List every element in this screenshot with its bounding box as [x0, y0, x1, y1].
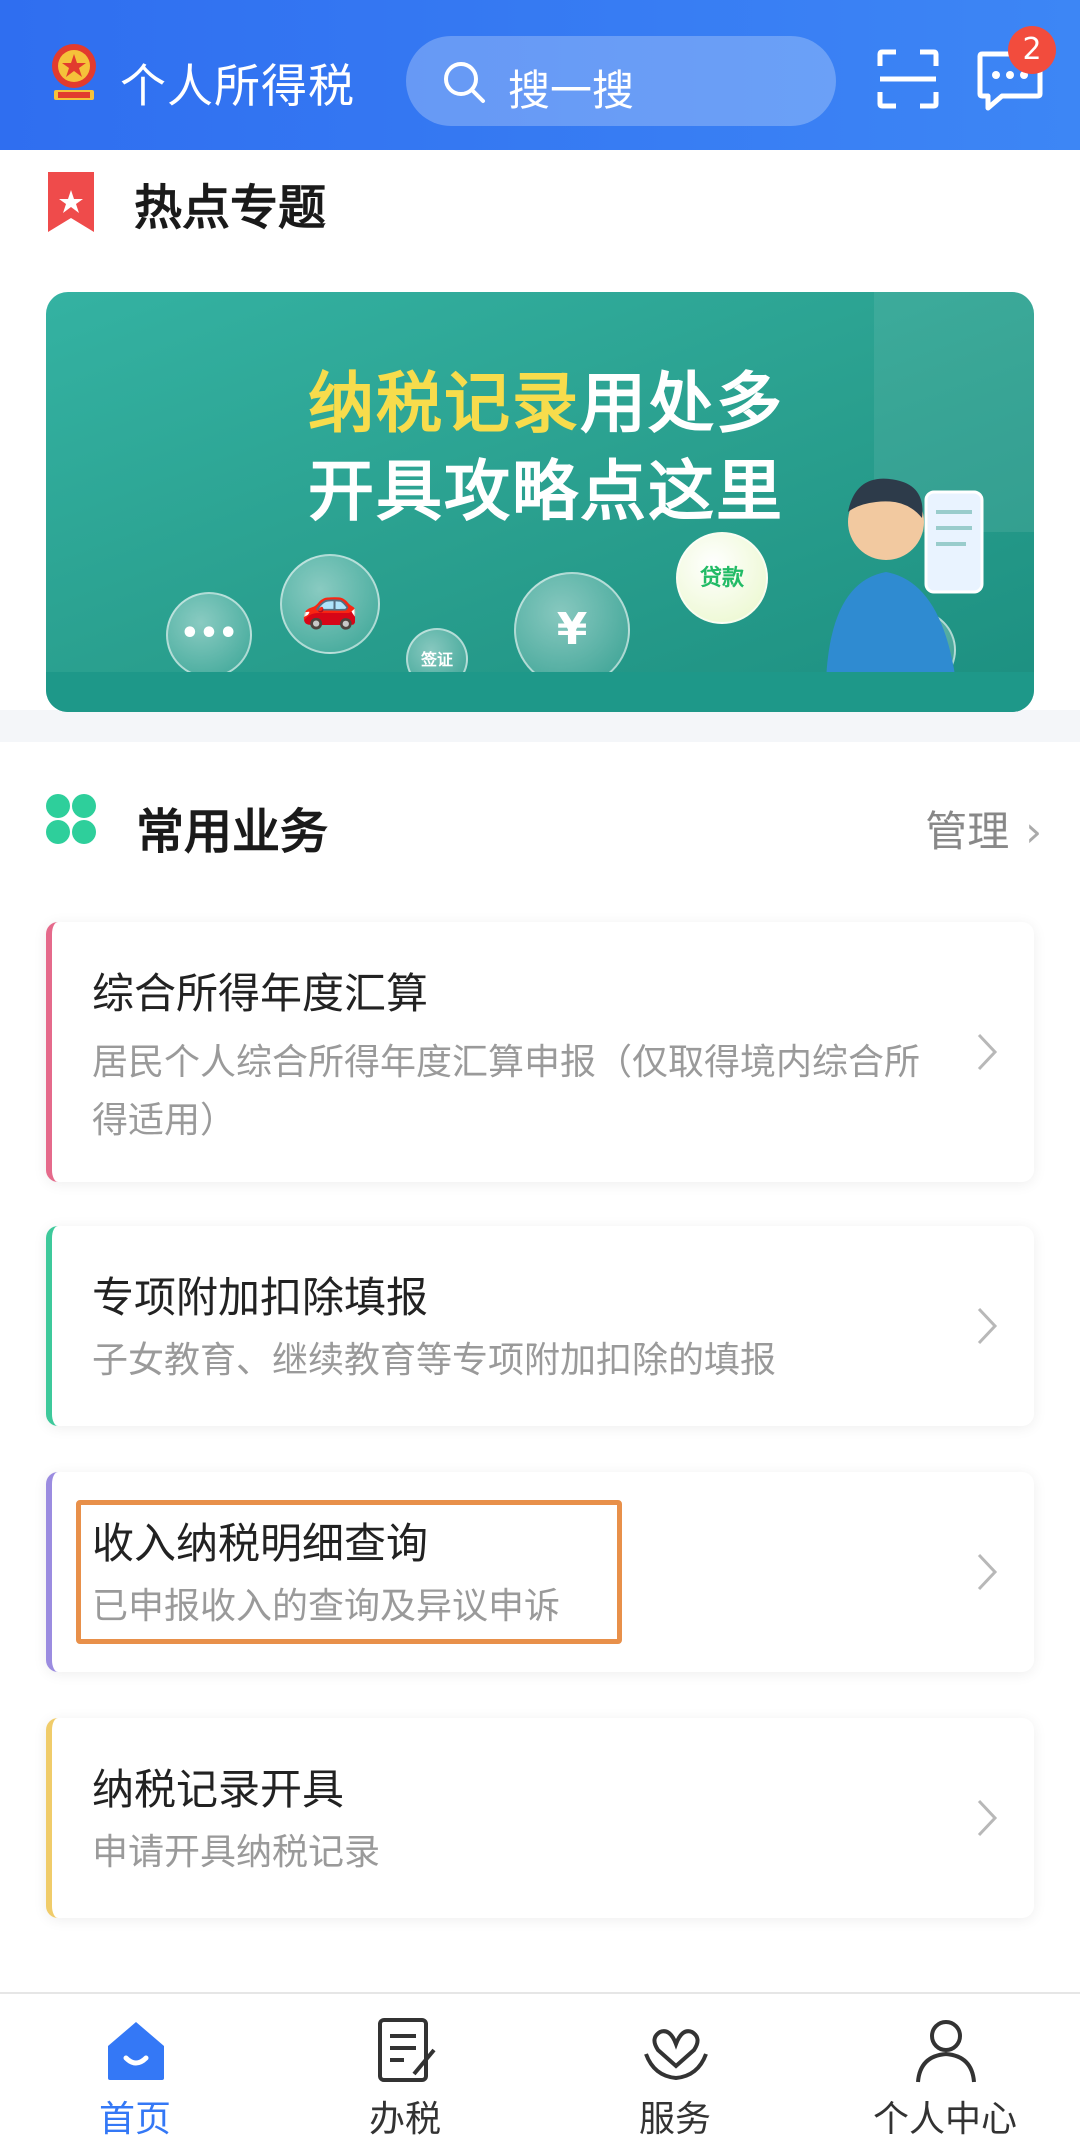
common-services-title: 常用业务: [136, 804, 329, 860]
search-icon: [444, 62, 485, 103]
house-yuan-icon: ¥: [514, 572, 630, 688]
tab-label: 服务: [638, 2099, 711, 2139]
service-card-annual-settlement[interactable]: 综合所得年度汇算 居民个人综合所得年度汇算申报（仅取得境内综合所得适用）: [46, 922, 1034, 1182]
tab-tax[interactable]: 办税: [270, 1994, 540, 2139]
banner-headline-2: 开具攻略点这里: [308, 453, 784, 530]
person-illustration: [826, 478, 984, 682]
service-subtitle: 居民个人综合所得年度汇算申报（仅取得境内综合所得适用）: [92, 1042, 921, 1141]
app-header: 个人所得税 搜一搜 2: [0, 0, 1080, 150]
car-icon: 🚗: [280, 554, 380, 654]
home-icon: [108, 2022, 164, 2080]
tab-service[interactable]: 服务: [540, 1994, 810, 2139]
service-title: 纳税记录开具: [92, 1765, 345, 1814]
chevron-right-icon: [977, 1033, 998, 1071]
service-title: 收入纳税明细查询: [92, 1519, 429, 1568]
clover-grid-icon: [46, 794, 96, 844]
profile-icon: [916, 2020, 976, 2083]
tab-label: 办税: [368, 2099, 441, 2139]
banner-desk: [46, 672, 1034, 712]
service-subtitle: 申请开具纳税记录: [92, 1832, 381, 1873]
service-card-tax-record[interactable]: 纳税记录开具 申请开具纳税记录: [46, 1718, 1034, 1918]
tab-home[interactable]: 首页: [0, 1994, 270, 2139]
tab-label: 个人中心: [872, 2099, 1017, 2139]
scan-icon[interactable]: [876, 48, 940, 110]
national-emblem-icon: [52, 44, 96, 100]
loan-bubble: 贷款: [676, 532, 768, 624]
service-card-special-deduction[interactable]: 专项附加扣除填报 子女教育、继续教育等专项附加扣除的填报: [46, 1226, 1034, 1426]
service-subtitle: 已申报收入的查询及异议申诉: [92, 1586, 561, 1627]
chevron-right-icon: [977, 1553, 998, 1591]
service-subtitle: 子女教育、继续教育等专项附加扣除的填报: [92, 1340, 777, 1381]
manage-link[interactable]: 管理 ›: [925, 798, 1042, 859]
manage-label: 管理: [925, 807, 1010, 856]
bookmark-star-icon: [48, 172, 94, 232]
banner-headline-1: 纳税记录用处多: [308, 365, 784, 442]
hot-topic-banner[interactable]: 纳税记录用处多 开具攻略点这里 ••• 🚗 签证 ¥ 贷款 🪪: [46, 292, 1034, 712]
folder-dots-bubble: •••: [166, 592, 252, 678]
hot-topics-section: 热点专题 纳税记录用处多 开具攻略点这里 ••• 🚗 签证 ¥ 贷款 🪪: [0, 150, 1080, 712]
chevron-right-icon: [977, 1307, 998, 1345]
service-card-income-query[interactable]: 收入纳税明细查询 已申报收入的查询及异议申诉: [46, 1472, 1034, 1672]
tab-profile[interactable]: 个人中心: [810, 1994, 1080, 2139]
tax-form-icon: [378, 2018, 436, 2082]
tab-label: 首页: [98, 2099, 171, 2139]
chevron-right-icon: ›: [1025, 807, 1042, 856]
service-heart-icon: [644, 2029, 708, 2081]
bottom-tab-bar: 首页 办税 服务 个人中心: [0, 1992, 1080, 2139]
common-services-section: 常用业务 管理 › 综合所得年度汇算 居民个人综合所得年度汇算申报（仅取得境内综合…: [0, 742, 1080, 1992]
service-title: 综合所得年度汇算: [92, 969, 429, 1018]
search-placeholder: 搜一搜: [508, 66, 635, 115]
chevron-right-icon: [977, 1799, 998, 1837]
app-title: 个人所得税: [120, 59, 355, 113]
search-bar[interactable]: 搜一搜: [406, 36, 836, 126]
message-badge: 2: [1008, 26, 1056, 74]
service-title: 专项附加扣除填报: [92, 1273, 429, 1322]
hot-topics-title: 热点专题: [134, 180, 327, 236]
